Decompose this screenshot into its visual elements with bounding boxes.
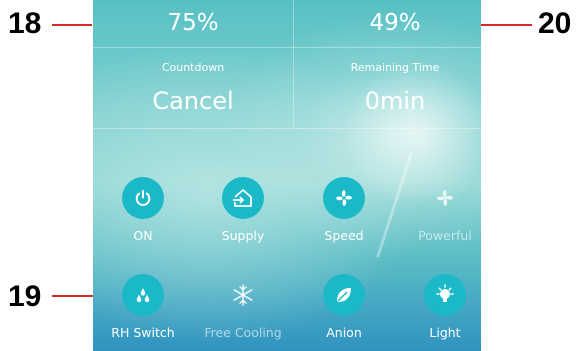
humidity-right-value: 49% [369, 10, 421, 36]
callout-18-line [52, 24, 92, 26]
fan-icon [437, 190, 453, 206]
on-button-circle [122, 177, 164, 219]
callout-18: 18 [8, 7, 42, 40]
bulb-icon [436, 284, 454, 302]
powerful-button[interactable]: Powerful [397, 177, 481, 243]
on-button-label: ON [133, 228, 153, 243]
humidity-left-value: 75% [167, 10, 219, 36]
powerful-button-circle [424, 177, 466, 219]
light-button-label: Light [429, 325, 461, 340]
rh-switch-button-label: RH Switch [111, 325, 175, 340]
on-button[interactable]: ON [95, 177, 191, 243]
supply-button[interactable]: Supply [195, 177, 291, 243]
leaf-icon [337, 288, 351, 302]
house-arrow-icon [233, 189, 252, 207]
speed-button[interactable]: Speed [296, 177, 392, 243]
countdown-label: Countdown [161, 61, 225, 74]
rh-switch-button-circle [122, 274, 164, 316]
grid-divider-top [93, 47, 481, 48]
powerful-button-label: Powerful [418, 228, 472, 243]
callout-19: 19 [8, 280, 42, 313]
fan-icon [336, 190, 352, 206]
rh-switch-button[interactable]: RH Switch [95, 274, 191, 340]
supply-button-label: Supply [221, 228, 265, 243]
light-button[interactable]: Light [397, 274, 481, 340]
light-button-circle [424, 274, 466, 316]
remaining-time-label: Remaining Time [350, 61, 440, 74]
free-cooling-button-label: Free Cooling [204, 325, 282, 340]
grid-divider-vertical [293, 0, 294, 128]
speed-button-circle [323, 177, 365, 219]
droplets-icon [136, 288, 150, 303]
anion-button-circle [323, 274, 365, 316]
supply-button-circle [222, 177, 264, 219]
callout-20: 20 [538, 7, 572, 40]
remaining-time-value: 0min [364, 87, 426, 115]
app-panel: 75% 49% Countdown Cancel Remaining Time … [93, 0, 481, 351]
anion-button-label: Anion [326, 325, 362, 340]
power-icon [135, 190, 151, 206]
free-cooling-button[interactable]: Free Cooling [195, 274, 291, 340]
snowflake-icon [233, 284, 253, 306]
free-cooling-button-circle [222, 274, 264, 316]
speed-button-label: Speed [324, 228, 364, 243]
countdown-value[interactable]: Cancel [96, 87, 290, 115]
grid-divider-bottom [93, 128, 481, 129]
anion-button[interactable]: Anion [296, 274, 392, 340]
